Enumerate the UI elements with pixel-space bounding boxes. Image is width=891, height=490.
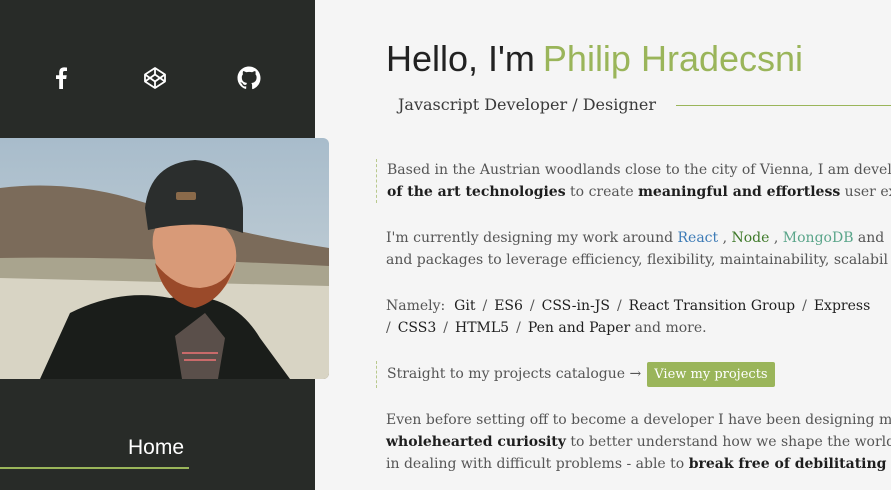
intro-paragraph: Based in the Austrian woodlands close to…: [376, 159, 891, 203]
author-name: Philip Hradecsni: [542, 38, 804, 79]
role-subtitle: Javascript Developer / Designer: [398, 95, 656, 114]
closing-line-2: wholehearted curiosity to better underst…: [386, 434, 891, 450]
role-divider: [676, 105, 891, 106]
github-icon[interactable]: [231, 60, 267, 96]
closing-line-3: in dealing with difficult problems - abl…: [386, 456, 891, 472]
profile-photo: [0, 138, 329, 379]
tech-item: CSS3: [397, 320, 437, 336]
tech-item: Pen and Paper: [527, 320, 631, 336]
view-projects-button[interactable]: View my projects: [647, 362, 775, 387]
closing-paragraph: Even before setting off to become a deve…: [386, 409, 891, 475]
mongodb-link[interactable]: MongoDB: [783, 230, 854, 246]
tech-item: Git: [454, 298, 476, 314]
namely-line-1: Namely: Git / ES6/CSS-in-JS / React Transiti…: [386, 298, 871, 314]
intro-line-2: of the art technologies to create meanin…: [387, 184, 891, 200]
tech-item: Express: [813, 298, 871, 314]
node-link[interactable]: Node: [732, 230, 770, 246]
cta-row: Straight to my projects catalogue → View …: [376, 361, 775, 388]
sidebar: Home: [0, 0, 329, 490]
stack-paragraph: I'm currently designing my work around R…: [386, 227, 888, 271]
stack-line-1: I'm currently designing my work around R…: [386, 230, 885, 246]
namely-paragraph: Namely: Git / ES6/CSS-in-JS / React Transiti…: [386, 295, 870, 339]
tech-item: CSS-in-JS: [541, 298, 610, 314]
closing-line-1: Even before setting off to become a deve…: [386, 412, 891, 428]
main-content: Hello, I'm Philip Hradecsni Javascript De…: [315, 0, 891, 490]
stack-line-2: and packages to leverage efficiency, fle…: [386, 252, 888, 268]
codepen-icon[interactable]: [137, 60, 173, 96]
nav-active-underline: [0, 467, 189, 469]
react-link[interactable]: React: [678, 230, 719, 246]
page-title: Hello, I'm Philip Hradecsni: [386, 38, 803, 80]
cta-text: Straight to my projects catalogue →: [387, 366, 642, 382]
social-links: [0, 60, 315, 96]
nav-home-link[interactable]: Home: [128, 436, 184, 460]
namely-line-2: / CSS3/HTML5/Pen and Paper and more.: [386, 320, 707, 336]
greeting: Hello, I'm: [386, 38, 535, 79]
tech-item: ES6: [494, 298, 523, 314]
intro-line-1: Based in the Austrian woodlands close to…: [387, 162, 891, 178]
tech-item: React Transition Group: [628, 298, 796, 314]
tech-item: HTML5: [455, 320, 510, 336]
facebook-icon[interactable]: [43, 60, 79, 96]
